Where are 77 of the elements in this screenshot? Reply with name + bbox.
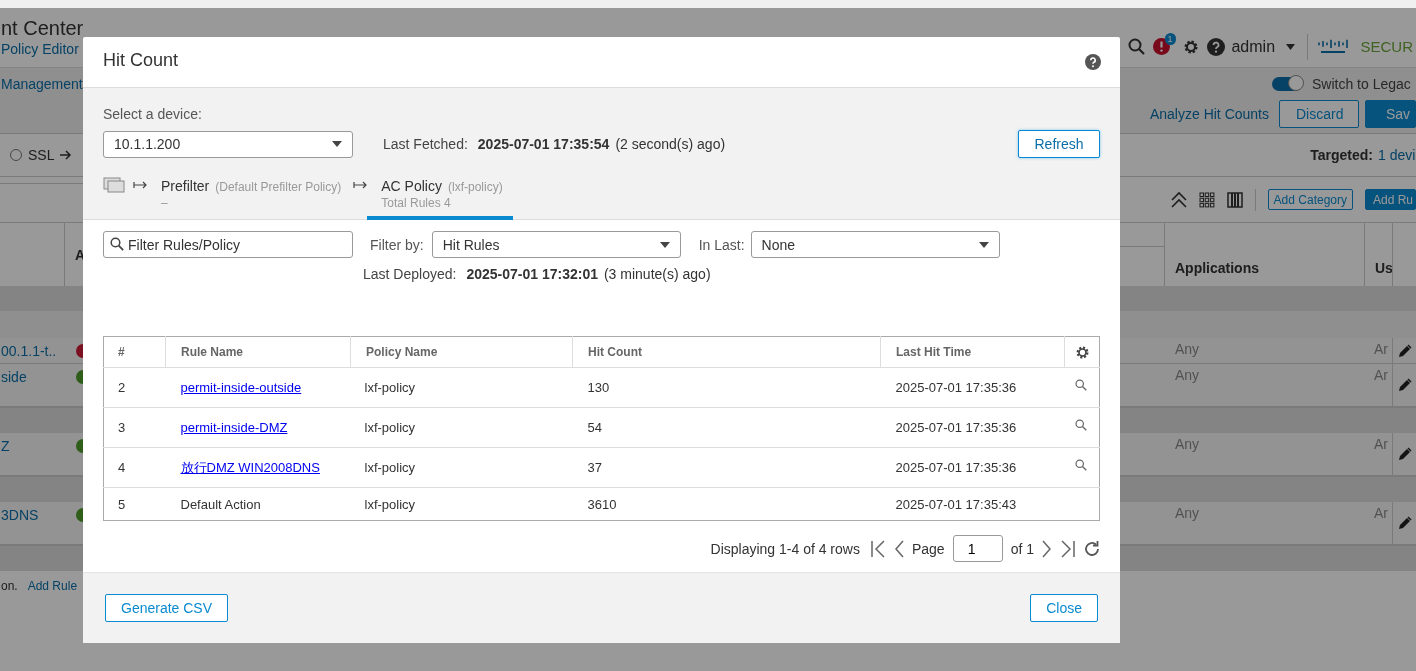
rule-name[interactable]: side <box>1 369 27 385</box>
page-field[interactable]: 1 <box>952 535 1003 562</box>
table-cell-text: Any <box>1174 340 1201 359</box>
save-button[interactable]: Sav <box>1365 99 1416 128</box>
footer-text: on. <box>1 579 18 593</box>
table-cell-text: Any <box>1174 366 1201 385</box>
deployed-ago: (3 minute(s) ago) <box>603 266 711 282</box>
rule-link[interactable]: 放行DMZ WIN2008DNS <box>180 459 320 475</box>
table-cell-text: Ar <box>1373 340 1389 359</box>
table-cell-text: Any <box>1174 504 1201 523</box>
device-label: Select a device: <box>103 106 203 122</box>
table-cell: 54 <box>572 407 881 448</box>
toggle-label: Switch to Legac <box>1312 76 1412 92</box>
table-cell: 37 <box>572 447 881 488</box>
option-label: SSL <box>28 147 55 163</box>
table-cell: lxf-policy <box>350 367 573 408</box>
rule-link[interactable]: permit-inside-outside <box>180 380 302 395</box>
analyze-link[interactable]: Analyze Hit Counts <box>1149 105 1269 122</box>
filter-label: In Last: <box>698 236 745 253</box>
column-header: Policy Name <box>350 336 573 368</box>
period-select[interactable]: None <box>750 231 1000 258</box>
column-header: Last Hit Time <box>880 336 1065 368</box>
pagination-summary: Displaying 1-4 of 4 rows <box>710 540 860 557</box>
column-header: Rule Name <box>165 336 351 368</box>
device-select[interactable]: 10.1.1.200 <box>103 130 353 158</box>
user-menu[interactable]: admin <box>1231 37 1276 56</box>
add-rule-link[interactable]: Add Rule <box>27 579 78 593</box>
breadcrumb-link[interactable]: Management <box>1 76 83 92</box>
deployed-label: Last Deployed: <box>363 266 457 282</box>
table-cell: 5 <box>103 487 166 521</box>
deployed-time: 2025-07-01 17:32:01 <box>466 266 598 282</box>
column-header: Hit Count <box>572 336 881 368</box>
fetched-ago: (2 second(s) ago) <box>615 136 726 152</box>
table-cell: lxf-policy <box>350 487 573 521</box>
fetched-label: Last Fetched: <box>383 136 468 152</box>
add-rule-button[interactable]: Add Ru <box>1365 189 1416 210</box>
refresh-button[interactable]: Refresh <box>1018 130 1100 158</box>
rule-name[interactable]: 00.1.1-t.. <box>1 343 57 359</box>
table-cell: 2025-07-01 17:35:36 <box>880 367 1065 408</box>
table-cell: 2025-07-01 17:35:36 <box>880 407 1065 448</box>
table-cell: 2025-07-01 17:35:43 <box>880 487 1065 521</box>
table-cell: lxf-policy <box>350 447 573 488</box>
discard-button[interactable]: Discard <box>1279 99 1359 128</box>
page-label: Page <box>911 540 945 557</box>
close-button[interactable]: Close <box>1030 594 1098 622</box>
table-cell: lxf-policy <box>350 407 573 448</box>
table-cell: 130 <box>572 367 881 408</box>
add-category-button[interactable]: Add Category <box>1267 189 1353 210</box>
table-cell-text: Ar <box>1373 435 1389 454</box>
rule-name[interactable]: 3DNS <box>1 507 39 523</box>
policy-tab[interactable]: AC Policy (lxf-policy) Total Rules 4 <box>367 176 513 220</box>
generate-csv-button[interactable]: Generate CSV <box>105 594 229 622</box>
product-title: nt Center <box>1 16 84 40</box>
page-count: of 1 <box>1010 540 1034 557</box>
table-cell-text: Any <box>1174 435 1201 454</box>
filter-select[interactable]: Hit Rules <box>431 231 681 258</box>
column-header: # <box>103 336 166 368</box>
table-cell: 2025-07-01 17:35:36 <box>880 447 1065 488</box>
page-title: Policy Editor <box>1 40 80 58</box>
notification-badge: 1 <box>1164 32 1176 45</box>
filter-label: Filter by: <box>370 236 424 253</box>
filter-field[interactable]: Filter Rules/Policy <box>103 231 353 258</box>
rule-link[interactable]: permit-inside-DMZ <box>180 420 288 435</box>
table-cell: 4 <box>103 447 166 488</box>
table-cell-text: Ar <box>1373 504 1389 523</box>
table-cell: 3610 <box>572 487 881 521</box>
table-cell-text: Ar <box>1373 366 1389 385</box>
table-cell: 3 <box>103 407 166 448</box>
fetched-time: 2025-07-01 17:35:54 <box>477 136 610 152</box>
policy-tab[interactable]: Prefilter (Default Prefilter Policy) – <box>161 176 342 220</box>
table-cell: Default Action <box>165 487 351 521</box>
targeted-label: Targeted: <box>1310 147 1373 163</box>
dialog-title: Hit Count <box>103 49 179 71</box>
targeted-link[interactable]: 1 devi <box>1378 147 1416 163</box>
rule-name[interactable]: Z <box>1 438 10 454</box>
table-cell: 2 <box>103 367 166 408</box>
brand-name: SECUR <box>1360 38 1413 55</box>
